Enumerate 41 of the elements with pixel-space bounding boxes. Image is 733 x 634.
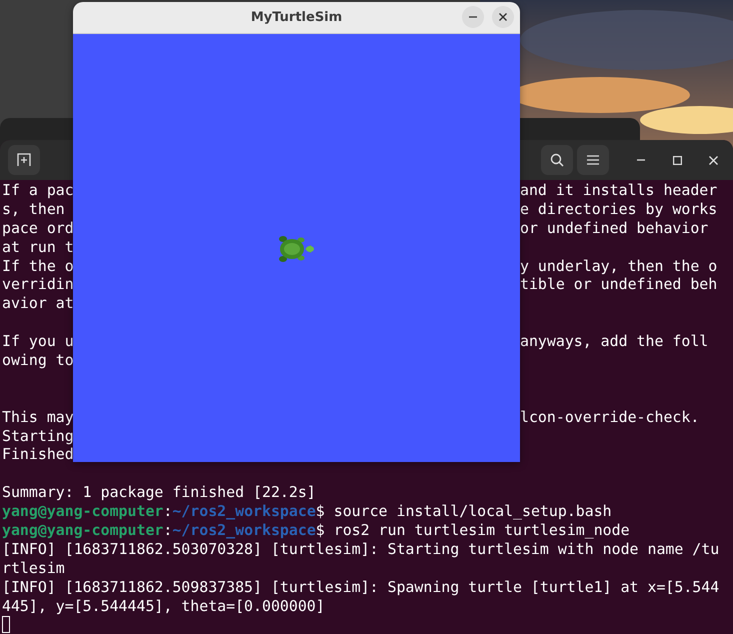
terminal-text: owing to <box>2 351 74 370</box>
terminal-text: avior at <box>2 294 74 314</box>
search-icon <box>550 153 564 167</box>
terminal-text: Finished <box>2 445 74 464</box>
terminal-text: This may <box>2 408 74 427</box>
minimize-icon <box>469 16 477 18</box>
window-title: MyTurtleSim <box>250 10 342 25</box>
terminal-line: Summary: 1 package finished [22.2s] <box>2 483 316 502</box>
turtle-icon <box>277 235 315 263</box>
new-tab-icon <box>17 153 31 167</box>
terminal-text: or undefined behavior <box>520 218 708 238</box>
prompt-line: yang@yang-computer:~/ros2_workspace$ source install/local_setup.bash <box>2 502 612 520</box>
text-cursor <box>2 616 10 634</box>
close-button[interactable] <box>492 6 514 28</box>
terminal-text: tible or undefined beh <box>520 275 718 294</box>
search-button[interactable] <box>541 145 573 175</box>
terminal-text: If the o <box>2 256 74 276</box>
terminal-text: e directories by works <box>520 200 718 219</box>
terminal-text: s, then <box>2 200 65 219</box>
minimize-icon <box>637 159 645 161</box>
terminal-text: at run t <box>2 238 74 257</box>
terminal-text: If a pac <box>2 181 74 200</box>
terminal-text: y underlay, then the o <box>520 256 718 276</box>
close-icon <box>708 156 718 164</box>
terminal-text: pace ord <box>2 218 74 238</box>
terminal-text: Starting <box>2 426 74 446</box>
terminal-text: anyways, add the foll <box>520 332 708 352</box>
maximize-icon <box>672 156 682 164</box>
terminal-line: 445], y=[5.544445], theta=[0.000000] <box>2 596 325 615</box>
terminal-text: and it installs header <box>520 181 718 200</box>
terminal-line: rtlesim <box>2 558 65 577</box>
terminal-text: If you u <box>2 332 74 352</box>
close-icon <box>499 13 507 21</box>
menu-icon <box>587 155 599 165</box>
terminal-text: lcon-override-check. <box>520 408 700 427</box>
menu-button[interactable] <box>577 145 609 175</box>
terminal-text: verridin <box>2 275 74 294</box>
terminal-line: [INFO] [1683711862.509837385] [turtlesim]: Spawning turtle [turtle1] at x=[5.544 <box>2 578 720 596</box>
terminal-line: [INFO] [1683711862.503070328] [turtlesim]: Starting turtlesim with node name /tu <box>2 540 720 558</box>
prompt-line: yang@yang-computer:~/ros2_workspace$ ros2 run turtlesim turtlesim_node <box>2 521 630 540</box>
new-tab-button[interactable] <box>8 145 40 175</box>
